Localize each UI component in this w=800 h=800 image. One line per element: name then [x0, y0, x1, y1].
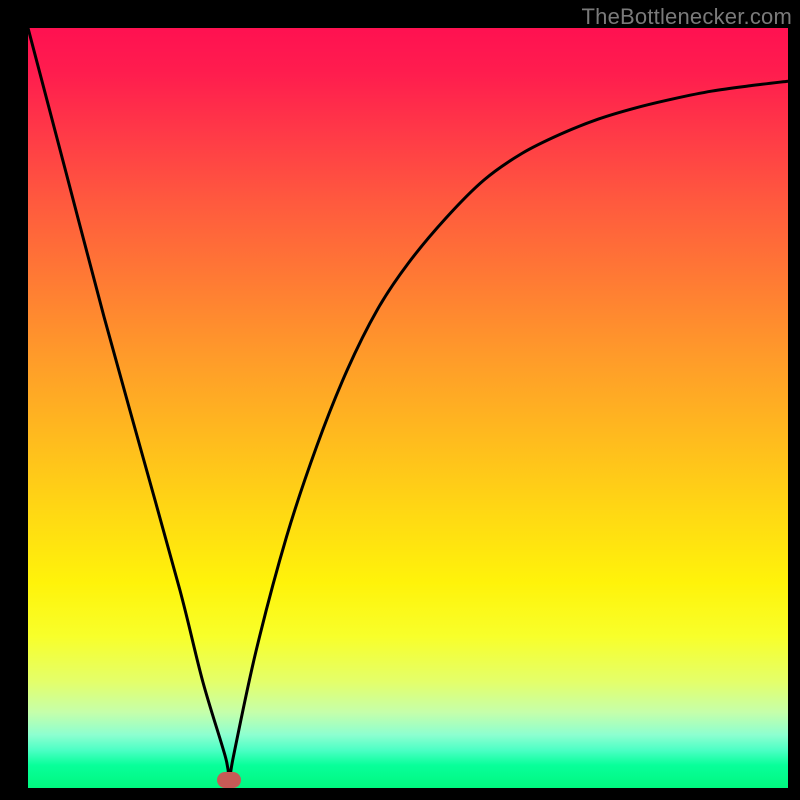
attribution-label: TheBottlenecker.com: [582, 4, 792, 30]
plot-area: [28, 28, 788, 788]
chart-frame: TheBottlenecker.com: [0, 0, 800, 800]
bottleneck-curve: [28, 28, 788, 788]
optimal-point-marker: [217, 772, 241, 788]
